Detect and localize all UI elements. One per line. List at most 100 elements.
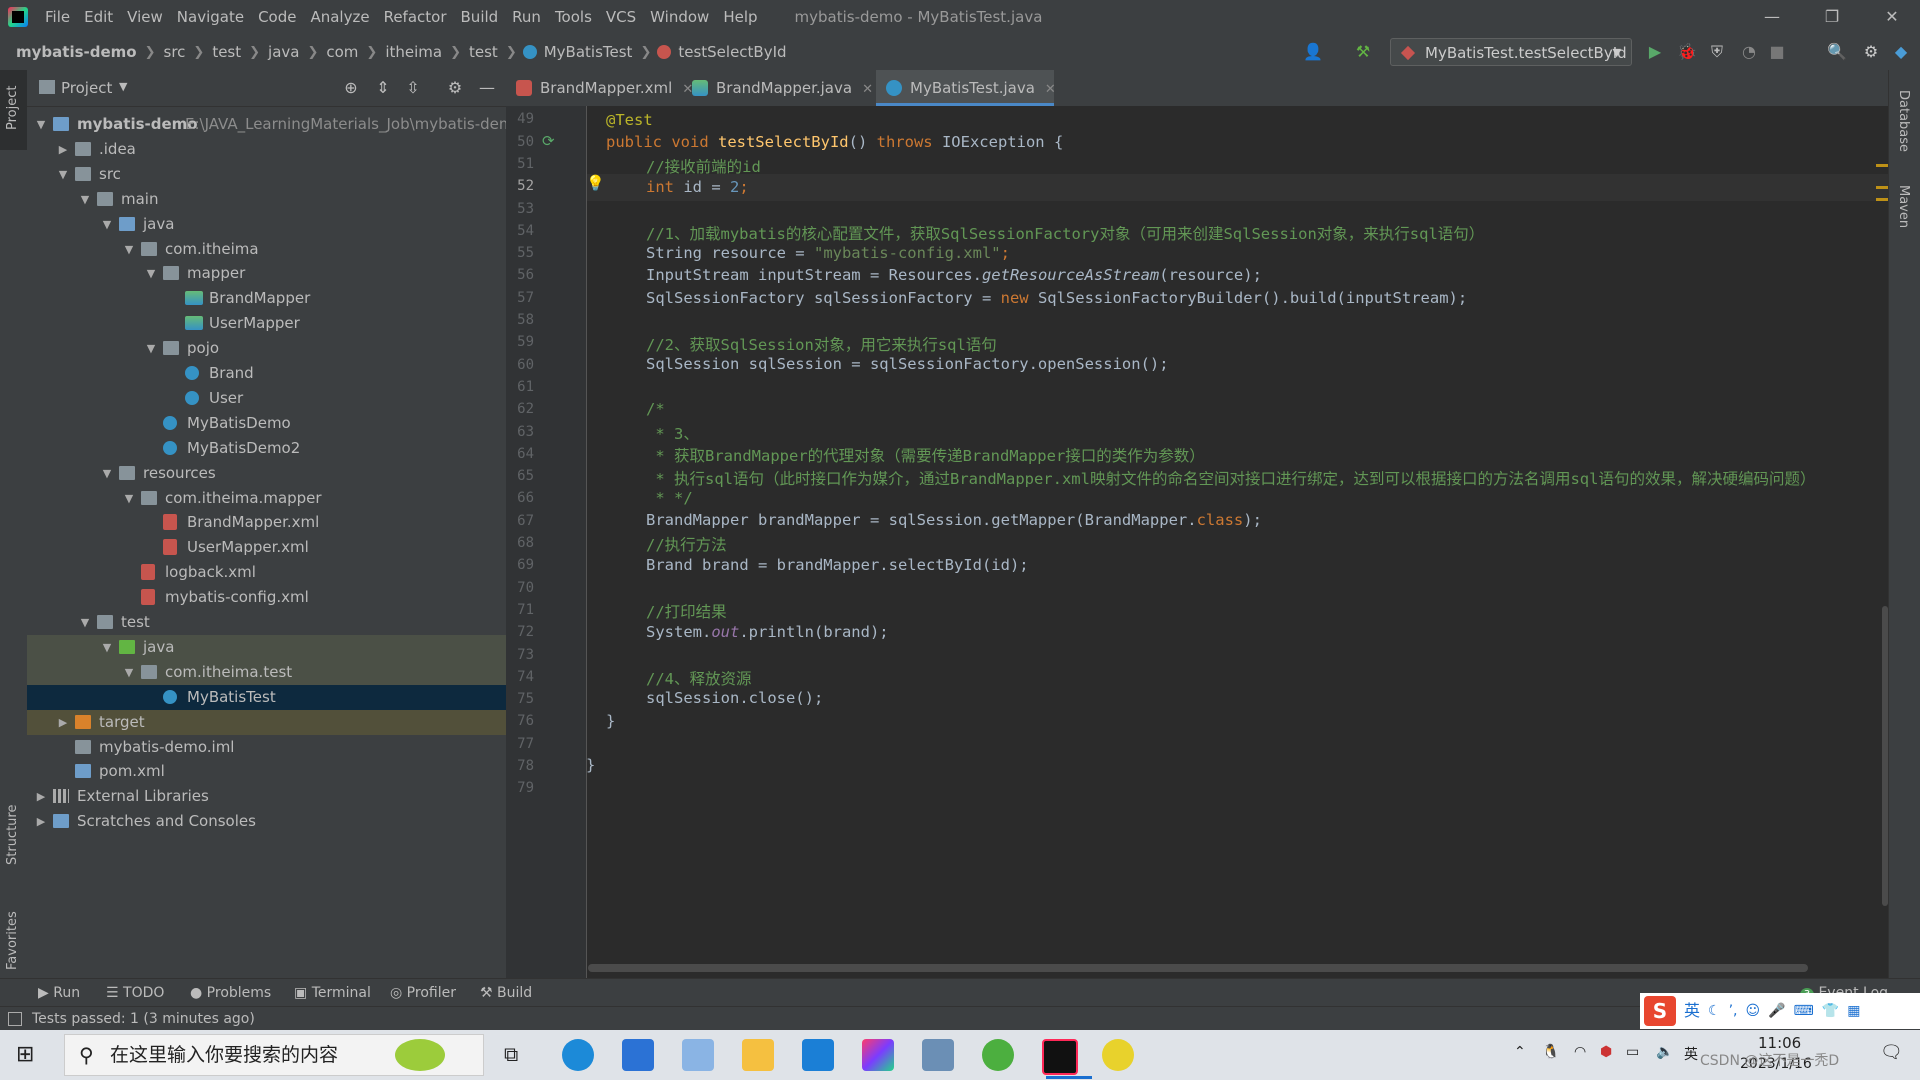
run-configuration-select[interactable]: MyBatisTest.testSelectById ▼ — [1390, 38, 1632, 66]
project-view-select[interactable]: Project — [61, 79, 112, 97]
breadcrumb-method[interactable]: testSelectById — [676, 43, 788, 61]
minimize-button[interactable]: — — [1744, 0, 1800, 34]
tree-item[interactable]: BrandMapper — [27, 286, 506, 311]
chevron-down-icon[interactable]: ▼ — [79, 187, 91, 212]
project-tool-tab[interactable]: Project — [0, 70, 27, 150]
update-icon[interactable]: ◆ — [1890, 41, 1912, 63]
panel-toggle-icon[interactable] — [8, 1012, 22, 1026]
tree-item[interactable]: mybatis-config.xml — [27, 585, 506, 610]
database-tool-label[interactable]: Database — [1896, 90, 1911, 152]
emoji-icon[interactable]: ☺ — [1745, 999, 1760, 1023]
expand-all-icon[interactable]: ⇕ — [373, 78, 393, 98]
tree-item[interactable]: MyBatisDemo — [27, 411, 506, 436]
horizontal-scrollbar[interactable] — [588, 964, 1808, 972]
chevron-down-icon[interactable]: ▼ — [119, 80, 127, 93]
breadcrumb-java[interactable]: java — [266, 43, 301, 61]
breadcrumb-src[interactable]: src — [162, 43, 188, 61]
tree-item[interactable]: Brand — [27, 361, 506, 386]
tree-item[interactable]: ▼ resources — [27, 461, 506, 486]
breadcrumb-project[interactable]: mybatis-demo — [14, 43, 139, 61]
menu-window[interactable]: Window — [643, 0, 716, 34]
tree-item[interactable]: ▼ com.itheima — [27, 237, 506, 262]
profiler-tool-button[interactable]: ◎ Profiler — [390, 979, 456, 1007]
qq-icon[interactable]: 🐧 — [1542, 1044, 1559, 1060]
edge-browser-icon[interactable] — [562, 1039, 594, 1071]
jetbrains-toolbox-icon[interactable] — [862, 1039, 894, 1071]
maven-tool-label[interactable]: Maven — [1896, 185, 1911, 228]
chevron-up-icon[interactable]: ⌃ — [1514, 1044, 1526, 1060]
menu-vcs[interactable]: VCS — [599, 0, 643, 34]
run-icon[interactable]: ▶ — [1644, 41, 1666, 63]
tree-item[interactable]: MyBatisDemo2 — [27, 436, 506, 461]
skin-icon[interactable]: 👕 — [1822, 999, 1839, 1023]
chevron-down-icon[interactable]: ▼ — [101, 461, 113, 486]
build-tool-button[interactable]: ⚒ Build — [480, 979, 532, 1007]
tree-item[interactable]: ▼ mapper — [27, 261, 506, 286]
tree-item[interactable]: UserMapper — [27, 311, 506, 336]
menu-code[interactable]: Code — [251, 0, 303, 34]
code-editor[interactable]: 4849505152535455565758596061626364656667… — [506, 106, 1888, 978]
battery-icon[interactable]: ▭ — [1626, 1044, 1639, 1060]
tree-item[interactable]: User — [27, 386, 506, 411]
chevron-right-icon[interactable]: ▶ — [35, 809, 47, 834]
chevron-down-icon[interactable]: ▼ — [123, 486, 135, 511]
run-tool-button[interactable]: ▶ Run — [38, 979, 80, 1007]
tree-item[interactable]: pom.xml — [27, 759, 506, 784]
menu-file[interactable]: File — [38, 0, 77, 34]
menu-run[interactable]: Run — [505, 0, 548, 34]
tree-item[interactable]: ▼ com.itheima.test — [27, 659, 506, 685]
chevron-down-icon[interactable]: ▼ — [101, 635, 113, 660]
file-explorer-icon[interactable] — [742, 1039, 774, 1071]
tree-item[interactable]: ▶ External Libraries — [27, 784, 506, 809]
chevron-right-icon[interactable]: ▶ — [35, 784, 47, 809]
sogou-logo-icon[interactable]: S — [1644, 996, 1676, 1026]
warning-icon[interactable]: ⚠ — [1808, 106, 1821, 108]
tray-app-icon[interactable]: ⬢ — [1600, 1044, 1612, 1060]
chevron-up-icon[interactable]: ⌃ — [1846, 106, 1859, 108]
settings-gear-icon[interactable]: ⚙ — [1860, 41, 1882, 63]
tree-item[interactable]: ▼ java — [27, 634, 506, 660]
tab-brandmapper-xml[interactable]: BrandMapper.xml ✕ — [506, 70, 693, 106]
keyboard-icon[interactable]: ⌨ — [1794, 999, 1814, 1023]
close-icon[interactable]: ✕ — [862, 82, 873, 97]
ime-mode-toggle[interactable]: 英 — [1684, 999, 1700, 1023]
wifi-icon[interactable]: ◠ — [1574, 1044, 1586, 1060]
locate-icon[interactable]: ⊕ — [341, 78, 361, 98]
lightbulb-icon[interactable]: 💡 — [586, 174, 605, 192]
notification-icon[interactable]: 🗨 — [1880, 1042, 1903, 1063]
todo-tool-button[interactable]: ☰ TODO — [106, 979, 164, 1007]
chevron-down-icon[interactable]: ▼ — [123, 237, 135, 262]
tree-item[interactable]: ▼ mybatis-demo E:\JAVA_LearningMaterials_J… — [27, 112, 506, 137]
breadcrumb-itheima[interactable]: itheima — [383, 43, 444, 61]
tab-mybatistest-java[interactable]: MyBatisTest.java ✕ — [876, 70, 1056, 106]
grid-menu-icon[interactable]: ▦ — [1847, 999, 1860, 1023]
warning-stripe[interactable] — [1876, 198, 1888, 201]
tree-item[interactable]: UserMapper.xml — [27, 535, 506, 560]
stop-icon[interactable]: ■ — [1766, 41, 1788, 63]
app-s-icon[interactable] — [802, 1039, 834, 1071]
chevron-down-icon[interactable]: ▼ — [79, 610, 91, 635]
language-indicator[interactable]: 英 — [1684, 1044, 1698, 1064]
build-hammer-icon[interactable]: ⚒ — [1352, 41, 1374, 63]
tree-item[interactable]: MyBatisTest — [27, 684, 506, 710]
half-width-icon[interactable]: ☾ — [1708, 999, 1721, 1023]
breadcrumb-com[interactable]: com — [324, 43, 360, 61]
tree-item[interactable]: ▼ com.itheima.mapper — [27, 486, 506, 511]
chevron-right-icon[interactable]: ▶ — [57, 137, 69, 162]
chevron-down-icon[interactable]: ▼ — [123, 660, 135, 685]
tree-item[interactable]: ▼ main — [27, 187, 506, 212]
taskbar-search-input[interactable]: ⚲ 在这里输入你要搜索的内容 — [64, 1034, 484, 1076]
menu-refactor[interactable]: Refactor — [377, 0, 454, 34]
tree-item[interactable]: ▼ pojo — [27, 336, 506, 361]
terminal-tool-button[interactable]: ▣ Terminal — [294, 979, 371, 1007]
store-icon[interactable] — [622, 1039, 654, 1071]
windows-start-icon[interactable]: ⊞ — [16, 1042, 34, 1067]
menu-navigate[interactable]: Navigate — [170, 0, 251, 34]
breadcrumb-test[interactable]: test — [210, 43, 243, 61]
network-app-icon[interactable] — [922, 1039, 954, 1071]
favorites-tool-label[interactable]: Favorites — [5, 911, 20, 970]
warning-stripe[interactable] — [1876, 186, 1888, 189]
warning-stripe[interactable] — [1876, 164, 1888, 167]
app-yellow-icon[interactable] — [1102, 1039, 1134, 1071]
chevron-down-icon[interactable]: ▼ — [35, 112, 47, 137]
